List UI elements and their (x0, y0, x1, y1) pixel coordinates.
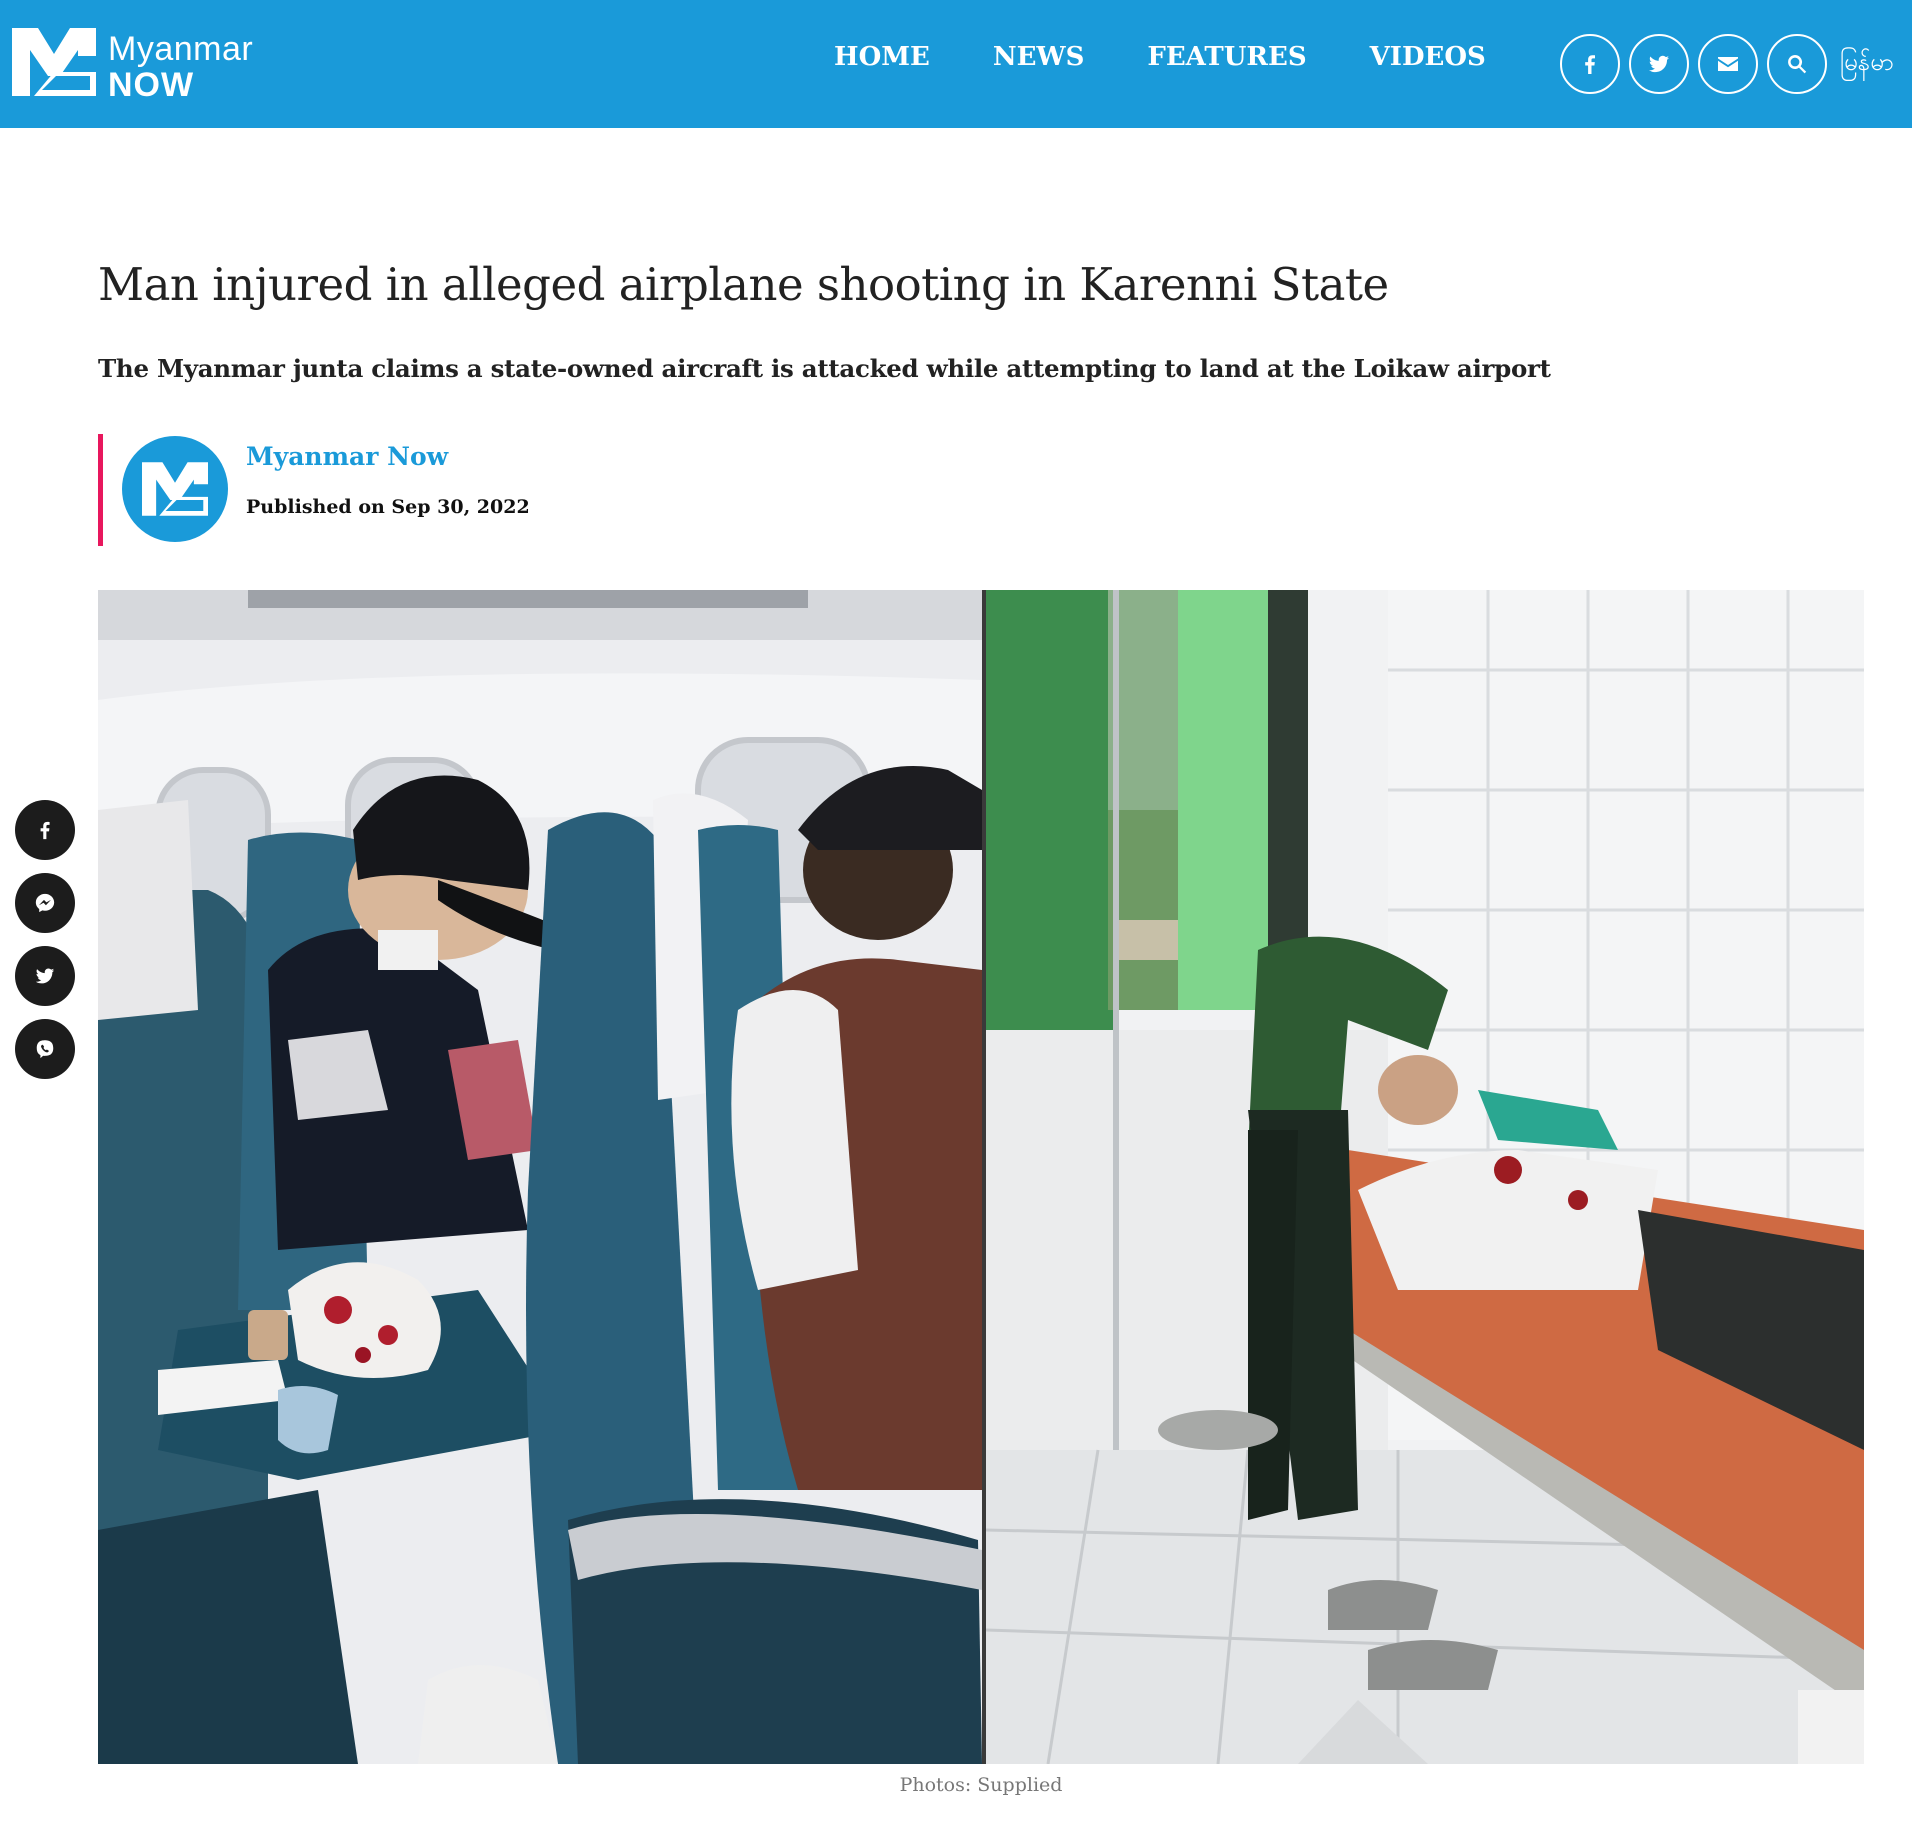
myanmar-now-logo-icon (12, 28, 96, 96)
photo-collage (98, 590, 1864, 1764)
share-viber-button[interactable] (15, 1019, 75, 1079)
published-date: Published on Sep 30, 2022 (246, 496, 530, 518)
cabin-photo (98, 590, 982, 1764)
header-twitter-button[interactable] (1629, 34, 1689, 94)
nav-news[interactable]: NEWS (993, 42, 1085, 78)
search-icon (1788, 55, 1807, 74)
article-title: Man injured in alleged airplane shooting… (98, 258, 1389, 311)
myanmar-now-logo-icon (142, 462, 208, 516)
language-switch-burmese[interactable]: မြန်မာ (1840, 46, 1894, 82)
share-sidebar (15, 800, 75, 1092)
article-subtitle: The Myanmar junta claims a state-owned a… (98, 354, 1551, 383)
header-social-icons (1560, 34, 1836, 94)
byline-accent-bar (98, 434, 103, 546)
twitter-icon (1649, 55, 1669, 73)
photo-divider (982, 590, 986, 1764)
facebook-icon (1585, 55, 1595, 74)
main-nav: HOME NEWS FEATURES VIDEOS (834, 42, 1549, 78)
email-icon (1718, 57, 1738, 71)
header-search-button[interactable] (1767, 34, 1827, 94)
nav-features[interactable]: FEATURES (1147, 42, 1306, 78)
nav-videos[interactable]: VIDEOS (1370, 42, 1486, 78)
header-email-button[interactable] (1698, 34, 1758, 94)
article-byline: Myanmar Now Published on Sep 30, 2022 (98, 434, 598, 546)
twitter-icon (35, 968, 55, 984)
logo-text-now: NOW (108, 66, 195, 104)
photo-caption: Photos: Supplied (899, 1774, 1063, 1796)
viber-icon (36, 1040, 54, 1059)
share-twitter-button[interactable] (15, 946, 75, 1006)
site-logo[interactable]: Myanmar NOW (8, 20, 278, 104)
author-name-link[interactable]: Myanmar Now (246, 442, 448, 471)
hospital-photo (985, 590, 1864, 1764)
site-header: Myanmar NOW HOME NEWS FEATURES VIDEOS မြ… (0, 0, 1912, 128)
share-messenger-button[interactable] (15, 873, 75, 933)
author-avatar[interactable] (122, 436, 228, 542)
facebook-icon (40, 821, 50, 840)
messenger-icon (35, 893, 55, 913)
logo-text-myanmar: Myanmar (108, 30, 254, 68)
article-feature-image (98, 590, 1864, 1764)
share-facebook-button[interactable] (15, 800, 75, 860)
nav-home[interactable]: HOME (834, 42, 930, 78)
header-facebook-button[interactable] (1560, 34, 1620, 94)
